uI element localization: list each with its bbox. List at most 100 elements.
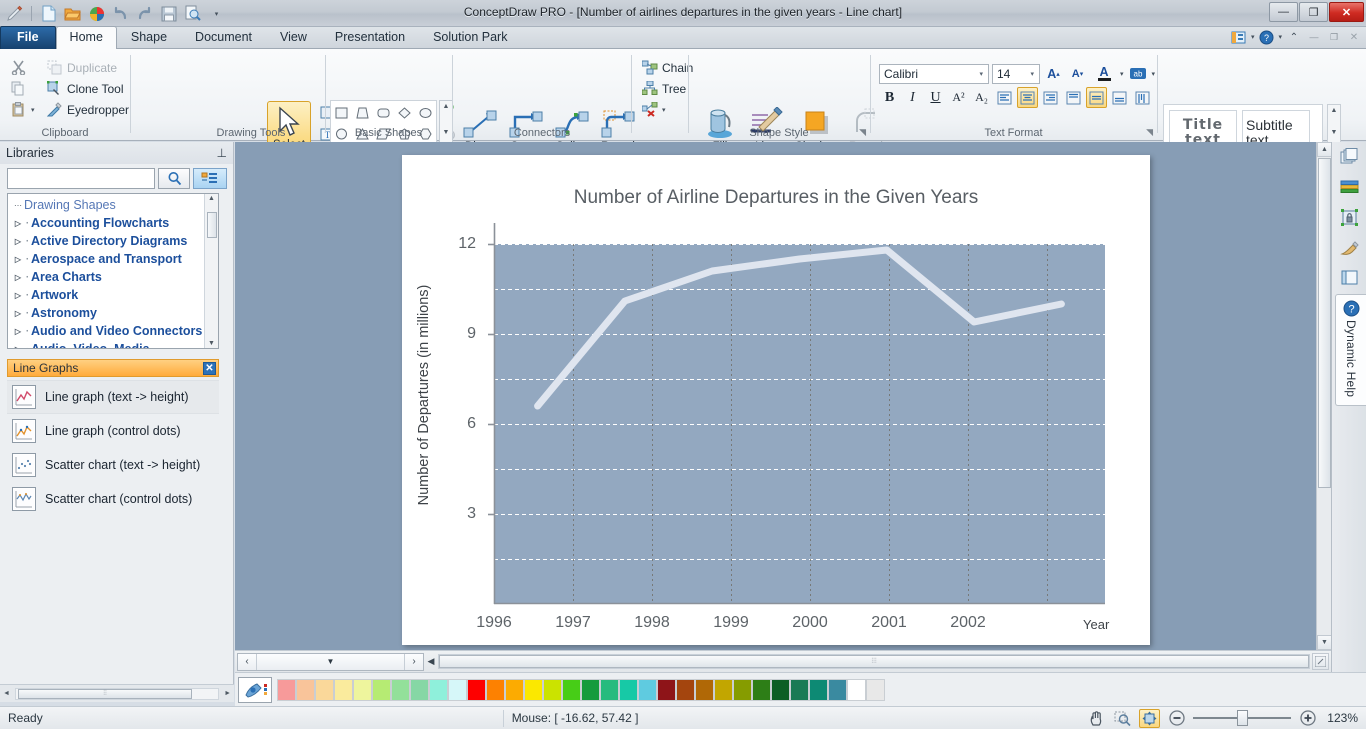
canvas-vscrollbar-thumb[interactable] — [1318, 158, 1331, 488]
connector-remove-caret-icon[interactable]: ▾ — [662, 106, 666, 114]
palette-swatch[interactable] — [676, 678, 695, 701]
eyedropper-button[interactable]: Eyedropper — [42, 99, 133, 120]
zoom-region-icon[interactable] — [1113, 709, 1132, 728]
chevron-right-icon[interactable]: ▷ — [12, 291, 24, 300]
page-prev-button[interactable]: ‹ — [238, 653, 257, 670]
help-icon[interactable]: ? — [1258, 29, 1274, 45]
scroll-up-icon[interactable]: ▲ — [443, 103, 450, 110]
library-item-area-charts[interactable]: ▷ · Area Charts — [8, 268, 218, 286]
chevron-right-icon[interactable]: ▷ — [12, 327, 24, 336]
chevron-right-icon[interactable]: ▷ — [12, 237, 24, 246]
list-item-line-graph-text-height[interactable]: Line graph (text -> height) — [7, 380, 219, 414]
paste-button[interactable]: ▾ — [6, 99, 39, 120]
palette-swatch[interactable] — [410, 678, 429, 701]
palette-swatch[interactable] — [353, 678, 372, 701]
grow-font-button[interactable]: A ▴ — [1043, 63, 1064, 84]
libraries-stack-icon[interactable] — [1332, 172, 1366, 202]
tab-document[interactable]: Document — [181, 26, 266, 49]
palette-swatch[interactable] — [277, 678, 296, 701]
zoom-out-button[interactable] — [1167, 709, 1186, 728]
format-brush-icon[interactable] — [1332, 232, 1366, 262]
canvas-vertical-scrollbar[interactable]: ▲ ▼ — [1316, 142, 1332, 650]
doc-close-icon[interactable]: ✕ — [1346, 29, 1362, 45]
palette-swatch[interactable] — [638, 678, 657, 701]
palette-swatch[interactable] — [448, 678, 467, 701]
layers-icon[interactable] — [1332, 142, 1366, 172]
palette-swatch[interactable] — [467, 678, 486, 701]
scroll-down-icon[interactable]: ▼ — [1317, 635, 1332, 650]
palette-swatch[interactable] — [828, 678, 847, 701]
palette-swatch[interactable] — [543, 678, 562, 701]
tab-file[interactable]: File — [0, 26, 56, 49]
restore-button[interactable]: ❐ — [1299, 2, 1328, 22]
palette-swatches[interactable] — [277, 678, 885, 701]
search-button[interactable] — [158, 168, 190, 189]
underline-button[interactable]: U — [925, 87, 946, 108]
palette-swatch[interactable] — [714, 678, 733, 701]
tree-view-button[interactable] — [192, 168, 227, 189]
libraries-tree[interactable]: ⋯ Drawing Shapes ▷ · Accounting Flowchart… — [7, 193, 219, 349]
bold-button[interactable]: B — [879, 87, 900, 108]
hscrollbar-track[interactable]: ⫶⫶ — [14, 687, 220, 700]
dynamic-help-tab[interactable]: ? Dynamic Help — [1335, 294, 1366, 406]
library-item-audio-video-media[interactable]: ▷ · Audio, Video, Media — [8, 340, 218, 349]
tab-presentation[interactable]: Presentation — [321, 26, 419, 49]
palette-swatch[interactable] — [657, 678, 676, 701]
palette-swatch[interactable] — [600, 678, 619, 701]
scroll-up-icon[interactable]: ▲ — [1317, 142, 1332, 157]
palette-swatch[interactable] — [790, 678, 809, 701]
palette-swatch[interactable] — [866, 678, 885, 701]
font-color-button[interactable]: A — [1091, 63, 1117, 84]
canvas-resize-corner[interactable] — [1312, 653, 1329, 670]
pin-icon[interactable]: ⊥ — [217, 146, 227, 160]
palette-swatch[interactable] — [733, 678, 752, 701]
page-dropdown[interactable]: ▼ — [257, 654, 404, 670]
library-item-accounting-flowcharts[interactable]: ▷ · Accounting Flowcharts — [8, 214, 218, 232]
text-format-dialog-launcher[interactable]: ◥ — [1146, 127, 1153, 138]
palette-swatch[interactable] — [296, 678, 315, 701]
document-page[interactable]: Number of Airline Departures in the Give… — [402, 155, 1150, 645]
copy-button[interactable] — [6, 78, 39, 99]
chevron-right-icon[interactable]: ▷ — [12, 345, 24, 349]
font-size-caret-icon[interactable]: ▾ — [1027, 70, 1037, 78]
palette-swatch[interactable] — [847, 678, 866, 701]
panel-toggle-icon[interactable] — [1231, 29, 1247, 45]
color-picker-button[interactable] — [238, 676, 272, 703]
font-name-caret-icon[interactable]: ▾ — [976, 70, 986, 78]
library-item-aerospace-and-transport[interactable]: ▷ · Aerospace and Transport — [8, 250, 218, 268]
align-bottom-button[interactable] — [1109, 87, 1130, 108]
tab-shape[interactable]: Shape — [117, 26, 181, 49]
library-item-active-directory-diagrams[interactable]: ▷ · Active Directory Diagrams — [8, 232, 218, 250]
panel-toggle-caret-icon[interactable]: ▾ — [1251, 33, 1255, 41]
superscript-button[interactable]: A² — [948, 87, 969, 108]
hscroll-left-arrow-icon[interactable]: ◀ — [424, 653, 438, 671]
chevron-right-icon[interactable]: ▷ — [12, 255, 24, 264]
palette-swatch[interactable] — [752, 678, 771, 701]
help-caret-icon[interactable]: ▾ — [1278, 33, 1282, 41]
palette-swatch[interactable] — [562, 678, 581, 701]
chevron-right-icon[interactable]: ▷ — [12, 219, 24, 228]
palette-swatch[interactable] — [581, 678, 600, 701]
libraries-tree-scrollbar[interactable]: ▲ ▼ — [204, 194, 218, 348]
minimize-button[interactable]: — — [1269, 2, 1298, 22]
font-size-input[interactable]: 14 ▾ — [992, 63, 1040, 84]
list-item-line-graph-control-dots[interactable]: Line graph (control dots) — [7, 414, 219, 448]
close-button[interactable]: ✕ — [1329, 2, 1364, 22]
library-item-drawing-shapes[interactable]: ⋯ Drawing Shapes — [8, 196, 218, 214]
text-direction-button[interactable] — [1132, 87, 1153, 108]
pan-hand-icon[interactable] — [1087, 709, 1106, 728]
chevron-right-icon[interactable]: ▷ — [12, 309, 24, 318]
page-next-button[interactable]: › — [404, 653, 423, 670]
list-item-scatter-chart-control-dots[interactable]: Scatter chart (control dots) — [7, 482, 219, 516]
shape-rounded-rect[interactable] — [373, 102, 394, 123]
zoom-slider[interactable] — [1193, 710, 1291, 726]
zoom-slider-thumb[interactable] — [1237, 710, 1248, 726]
align-middle-button[interactable] — [1086, 87, 1107, 108]
collapse-ribbon-icon[interactable]: ⌃ — [1286, 29, 1302, 45]
canvas-hscrollbar-track[interactable]: ⫶⫶⫶ — [438, 654, 1310, 669]
font-color-caret-icon[interactable]: ▾ — [1120, 70, 1124, 78]
scroll-right-icon[interactable]: ► — [221, 690, 234, 697]
hscrollbar-thumb[interactable]: ⫶⫶ — [17, 688, 192, 699]
libraries-panel-hscrollbar[interactable]: ◄ ⫶⫶ ► — [0, 684, 234, 702]
align-top-button[interactable] — [1063, 87, 1084, 108]
